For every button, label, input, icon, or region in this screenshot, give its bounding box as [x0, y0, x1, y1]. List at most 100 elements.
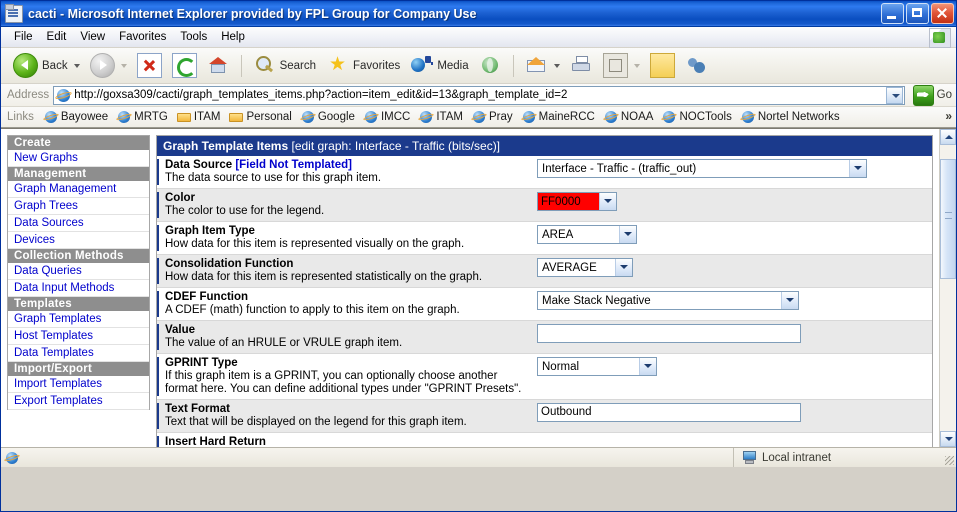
status-bar: Local intranet	[1, 447, 956, 467]
color-select[interactable]: FF0000	[537, 192, 617, 211]
link-imcc[interactable]: IMCC	[360, 109, 414, 125]
sidebar-item-data-input-methods[interactable]: Data Input Methods	[8, 280, 149, 297]
field-label: Color	[165, 192, 196, 204]
data-source-select[interactable]: Interface - Traffic - (traffic_out)	[537, 159, 867, 178]
link-itam[interactable]: ITAM	[415, 109, 467, 125]
back-button[interactable]: Back	[9, 51, 84, 80]
messenger-button[interactable]	[681, 52, 712, 79]
chevron-down-icon[interactable]	[619, 226, 636, 243]
search-button[interactable]: Search	[249, 52, 320, 79]
link-label: MaineRCC	[538, 111, 595, 123]
menu-item-tools[interactable]: Tools	[173, 29, 214, 45]
scroll-track[interactable]	[940, 145, 956, 431]
menu-item-edit[interactable]: Edit	[40, 29, 74, 45]
link-label: IMCC	[380, 111, 411, 123]
link-noaa[interactable]: NOAA	[600, 109, 658, 125]
graph-item-type-select[interactable]: AREA	[537, 225, 637, 244]
value-input[interactable]	[537, 324, 801, 343]
gprint-type-select[interactable]: Normal	[537, 357, 657, 376]
toolbar-divider	[240, 54, 242, 77]
folder-icon	[229, 110, 244, 124]
link-pray[interactable]: Pray	[468, 109, 517, 125]
form-row-control-area: Outbound	[537, 403, 932, 422]
address-dropdown-icon[interactable]	[885, 86, 903, 104]
sidebar-item-devices[interactable]: Devices	[8, 232, 149, 249]
consolidation-function-select[interactable]: AVERAGE	[537, 258, 633, 277]
sidebar-item-graph-templates[interactable]: Graph Templates	[8, 311, 149, 328]
menu-item-file[interactable]: File	[7, 29, 40, 45]
refresh-button[interactable]	[168, 51, 201, 80]
print-button[interactable]	[566, 52, 597, 79]
cdef-function-select[interactable]: Make Stack Negative	[537, 291, 799, 310]
close-button[interactable]	[931, 3, 954, 24]
history-button[interactable]	[475, 52, 506, 79]
sidebar-header-import-export: Import/Export	[8, 362, 149, 376]
forward-button[interactable]	[86, 51, 131, 80]
chevron-down-icon[interactable]	[599, 193, 616, 210]
discuss-button[interactable]	[646, 51, 679, 80]
address-url-text: http://goxsa309/cacti/graph_templates_it…	[74, 89, 568, 101]
link-label: NOCTools	[679, 111, 732, 123]
menu-item-help[interactable]: Help	[214, 29, 252, 45]
chevron-down-icon	[120, 63, 127, 68]
ie-page-icon	[364, 110, 378, 124]
chevron-down-icon[interactable]	[849, 160, 866, 177]
go-button[interactable]: Go	[909, 84, 952, 106]
address-input[interactable]: http://goxsa309/cacti/graph_templates_it…	[53, 85, 905, 105]
link-itam-folder[interactable]: ITAM	[173, 109, 225, 125]
form-row-control-area	[537, 324, 932, 343]
chevron-down-icon[interactable]	[781, 292, 798, 309]
form-row-text-format: Text Format Text that will be displayed …	[157, 400, 932, 433]
minimize-button[interactable]	[881, 3, 904, 24]
resize-grip[interactable]	[942, 448, 956, 467]
menu-item-favorites[interactable]: Favorites	[112, 29, 173, 45]
folder-icon	[176, 110, 191, 124]
field-label: Text Format	[165, 403, 230, 415]
field-label: Data Source [Field Not Templated]	[165, 159, 531, 172]
sidebar-nav: Create New Graphs Management Graph Manag…	[7, 135, 150, 410]
link-mainercc[interactable]: MaineRCC	[518, 109, 599, 125]
title-bar: cacti - Microsoft Internet Explorer prov…	[1, 1, 956, 27]
scroll-thumb[interactable]	[940, 159, 956, 279]
sidebar-item-data-templates[interactable]: Data Templates	[8, 345, 149, 362]
printer-icon	[570, 54, 593, 77]
sidebar-item-import-templates[interactable]: Import Templates	[8, 376, 149, 393]
mail-button[interactable]	[521, 52, 564, 79]
star-icon: ★	[328, 54, 347, 75]
stop-button[interactable]	[133, 51, 166, 80]
link-nortel-networks[interactable]: Nortel Networks	[737, 109, 844, 125]
sidebar-item-data-queries[interactable]: Data Queries	[8, 263, 149, 280]
chevron-down-icon[interactable]	[553, 63, 560, 68]
media-button[interactable]: Media	[406, 52, 472, 79]
security-zone[interactable]: Local intranet	[734, 448, 942, 467]
scroll-up-button[interactable]	[940, 129, 956, 145]
link-google[interactable]: Google	[297, 109, 359, 125]
menu-item-view[interactable]: View	[73, 29, 112, 45]
field-description: How data for this item is represented st…	[165, 271, 483, 283]
home-button[interactable]	[203, 52, 234, 79]
chevron-down-icon[interactable]	[615, 259, 632, 276]
select-value: Make Stack Negative	[542, 294, 651, 307]
favorites-button[interactable]: ★ Favorites	[322, 52, 404, 79]
chevron-down-icon[interactable]	[639, 358, 656, 375]
sidebar-item-graph-trees[interactable]: Graph Trees	[8, 198, 149, 215]
link-noctools[interactable]: NOCTools	[658, 109, 735, 125]
text-format-input[interactable]: Outbound	[537, 403, 801, 422]
sidebar-item-host-templates[interactable]: Host Templates	[8, 328, 149, 345]
page-viewport: Create New Graphs Management Graph Manag…	[1, 128, 956, 447]
field-label: CDEF Function	[165, 291, 249, 303]
sidebar-item-graph-management[interactable]: Graph Management	[8, 181, 149, 198]
chevron-down-icon[interactable]	[73, 63, 80, 68]
link-mrtg[interactable]: MRTG	[113, 109, 172, 125]
page-vertical-scrollbar[interactable]	[939, 129, 956, 447]
links-overflow-icon[interactable]: »	[945, 109, 952, 123]
sidebar-item-data-sources[interactable]: Data Sources	[8, 215, 149, 232]
sidebar-item-new-graphs[interactable]: New Graphs	[8, 150, 149, 167]
link-personal-folder[interactable]: Personal	[225, 109, 295, 125]
restore-button[interactable]	[906, 3, 929, 24]
link-label: Personal	[246, 111, 292, 123]
edit-button[interactable]	[599, 51, 644, 80]
sidebar-item-export-templates[interactable]: Export Templates	[8, 393, 149, 410]
link-bayowee[interactable]: Bayowee	[40, 109, 112, 125]
scroll-down-button[interactable]	[940, 431, 956, 447]
